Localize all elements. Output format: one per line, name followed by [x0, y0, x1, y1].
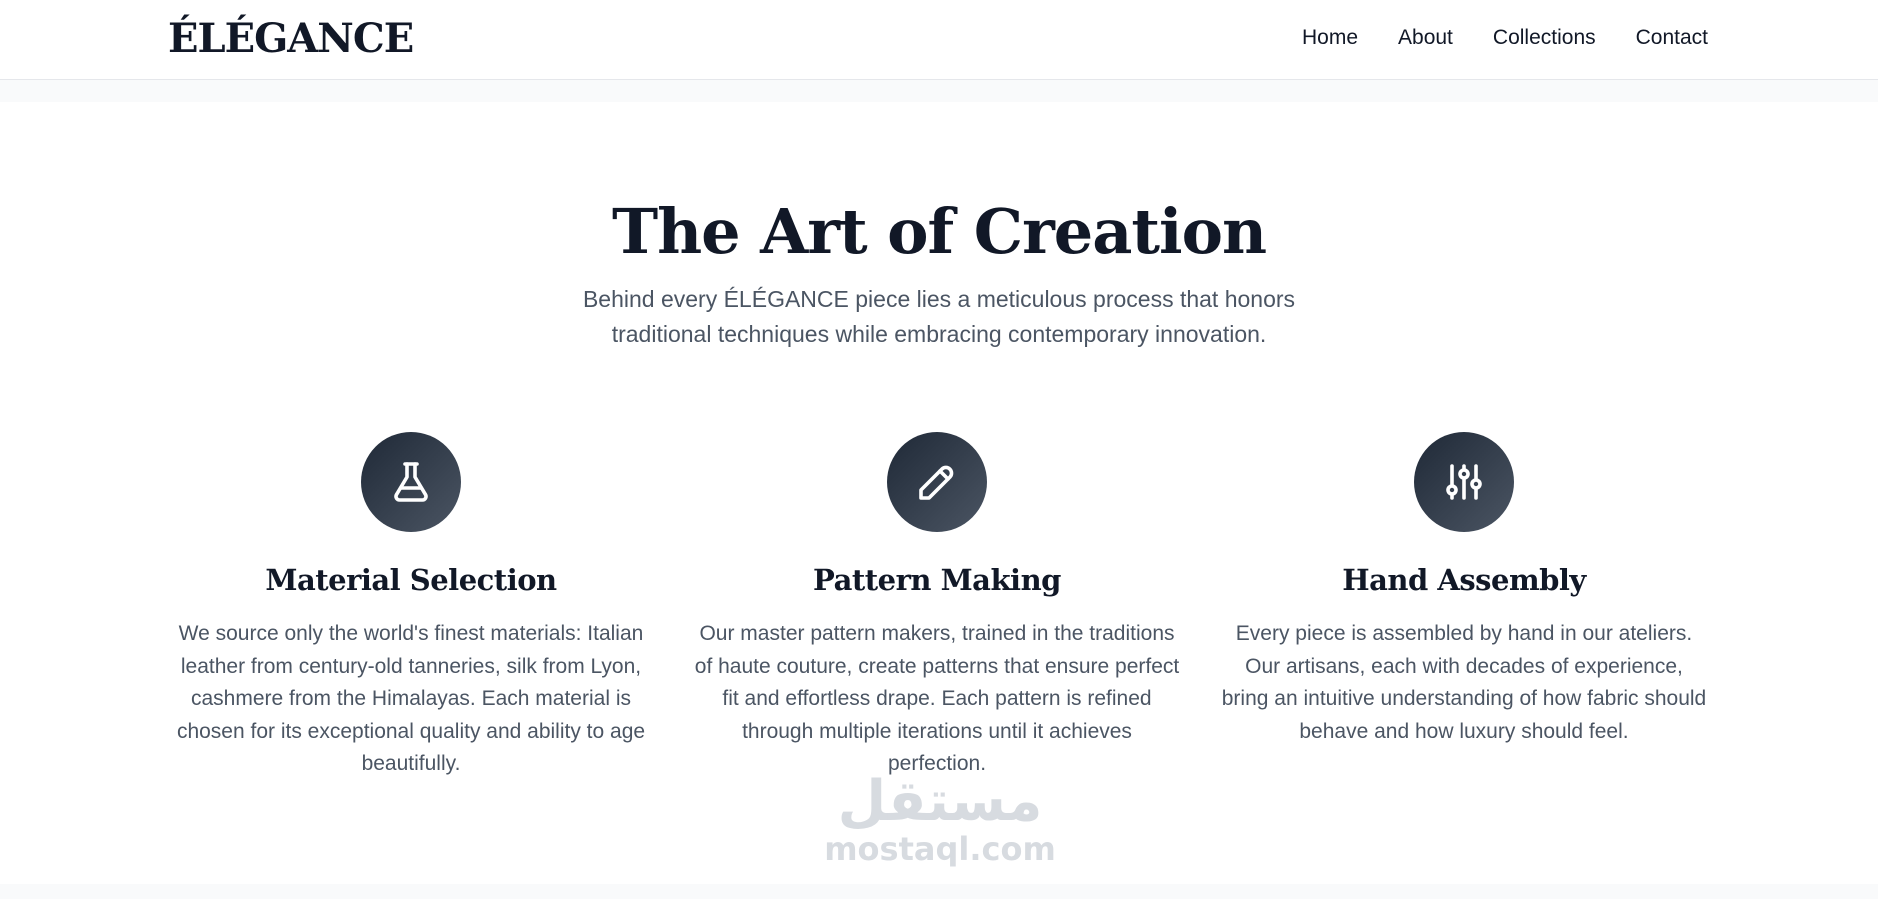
brand-logo[interactable]: ÉLÉGANCE	[168, 14, 414, 64]
nav-link-home[interactable]: Home	[1302, 24, 1358, 52]
flask-icon	[361, 432, 461, 532]
section-subtitle: Behind every ÉLÉGANCE piece lies a metic…	[582, 286, 1296, 347]
process-step-material-selection: Material Selection We source only the wo…	[166, 432, 656, 781]
section-divider-top	[0, 80, 1878, 102]
pencil-icon	[887, 432, 987, 532]
process-step-hand-assembly: Hand Assembly Every piece is assembled b…	[1219, 432, 1709, 748]
process-step-pattern-making: Pattern Making Our master pattern makers…	[692, 432, 1182, 781]
section-divider-bottom	[0, 884, 1878, 899]
step-description: We source only the world's finest materi…	[176, 622, 646, 775]
mostaql-watermark: مستقل mostaql.com	[820, 769, 1060, 868]
step-description: Our master pattern makers, trained in th…	[694, 622, 1180, 775]
watermark-latin-text: mostaql.com	[824, 830, 1056, 868]
watermark-arabic-text: مستقل	[837, 769, 1043, 834]
navbar: ÉLÉGANCE Home About Collections Contact	[0, 0, 1878, 80]
nav-link-collections[interactable]: Collections	[1493, 24, 1596, 52]
step-title: Material Selection	[265, 563, 557, 597]
step-title: Pattern Making	[813, 563, 1061, 597]
section-title: The Art of Creation	[611, 195, 1267, 268]
step-description: Every piece is assembled by hand in our …	[1221, 622, 1707, 743]
sliders-icon	[1414, 432, 1514, 532]
main-nav: Home About Collections Contact	[1302, 24, 1708, 52]
nav-link-contact[interactable]: Contact	[1636, 24, 1708, 52]
nav-link-about[interactable]: About	[1398, 24, 1453, 52]
step-title: Hand Assembly	[1342, 563, 1586, 597]
